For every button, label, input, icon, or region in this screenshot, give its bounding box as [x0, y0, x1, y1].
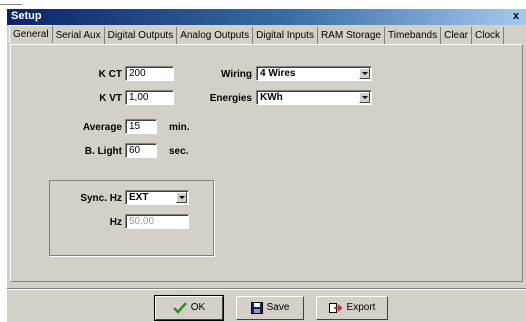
tab-clock[interactable]: Clock	[472, 27, 505, 44]
save-label: Save	[266, 302, 290, 313]
wiring-label: Wiring	[220, 69, 252, 80]
decorative-line	[0, 4, 22, 5]
tab-digital-outputs[interactable]: Digital Outputs	[105, 27, 178, 44]
hz-label: Hz	[109, 217, 122, 228]
chevron-down-icon[interactable]	[359, 92, 370, 103]
wiring-value: 4 Wires	[260, 68, 296, 79]
kvt-field[interactable]: 1,00	[125, 90, 174, 105]
average-field[interactable]: 15	[125, 119, 157, 134]
sync-label: Sync. Hz	[80, 193, 122, 204]
export-button[interactable]: Export	[316, 296, 388, 320]
setup-window: Setup x General Serial Aux Digital Outputs…	[6, 8, 526, 322]
checkmark-icon	[172, 302, 187, 314]
energies-value: KWh	[260, 92, 283, 103]
average-unit: min.	[169, 122, 190, 133]
tab-clear[interactable]: Clear	[441, 27, 472, 44]
tab-general[interactable]: General	[9, 25, 53, 43]
tab-strip: General Serial Aux Digital Outputs Analog O…	[9, 25, 505, 44]
tab-timebands[interactable]: Timebands	[385, 27, 442, 44]
close-button[interactable]: x	[509, 10, 523, 22]
blight-label: B. Light	[84, 146, 122, 157]
ok-button[interactable]: OK	[154, 295, 224, 321]
floppy-disk-icon	[250, 302, 263, 314]
average-label: Average	[82, 122, 122, 133]
blight-unit: sec.	[169, 146, 189, 157]
export-icon	[328, 303, 342, 313]
ok-label: OK	[190, 302, 206, 313]
tab-ram-storage[interactable]: RAM Storage	[318, 27, 385, 44]
sync-value: EXT	[129, 192, 149, 203]
energies-select[interactable]: KWh	[256, 90, 372, 105]
wiring-select[interactable]: 4 Wires	[256, 66, 372, 81]
export-label: Export	[346, 302, 376, 313]
tab-analog-outputs[interactable]: Analog Outputs	[177, 27, 254, 44]
hz-field[interactable]: 50,00	[125, 214, 189, 229]
window-title: Setup	[11, 10, 42, 22]
kvt-label: K VT	[99, 93, 122, 104]
chevron-down-icon[interactable]	[359, 68, 370, 79]
blight-field[interactable]: 60	[125, 143, 157, 158]
tab-digital-inputs[interactable]: Digital Inputs	[253, 27, 318, 44]
kct-field[interactable]: 200	[125, 66, 174, 81]
tab-serial-aux[interactable]: Serial Aux	[53, 27, 105, 44]
separator-highlight	[7, 289, 526, 290]
kct-label: K CT	[98, 69, 122, 80]
sync-select[interactable]: EXT	[125, 190, 189, 205]
save-button[interactable]: Save	[236, 296, 304, 320]
chevron-down-icon[interactable]	[176, 192, 187, 203]
title-bar[interactable]: Setup x	[7, 9, 526, 25]
energies-label: Energies	[209, 93, 252, 104]
